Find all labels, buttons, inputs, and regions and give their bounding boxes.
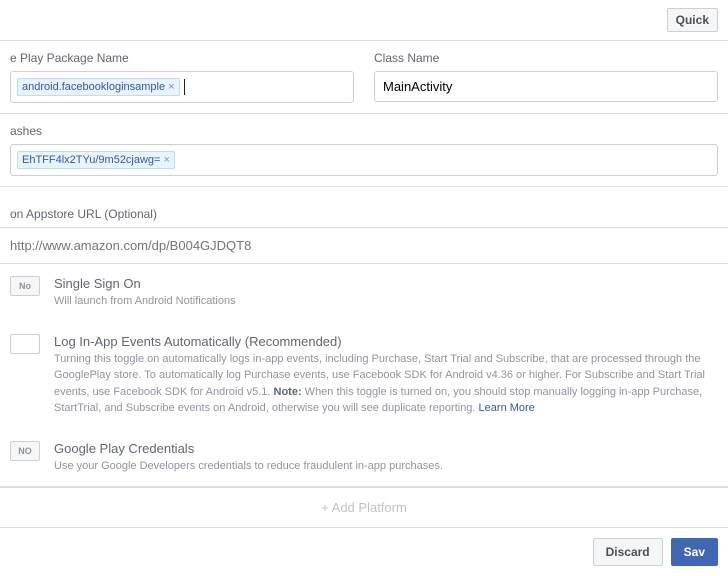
text-cursor: [184, 79, 185, 95]
package-token[interactable]: android.facebookloginsample ×: [17, 78, 180, 96]
sso-row: No Single Sign On Will launch from Andro…: [0, 264, 728, 322]
discard-button[interactable]: Discard: [593, 538, 663, 566]
add-platform-button[interactable]: + Add Platform: [0, 487, 728, 527]
class-name-label: Class Name: [374, 51, 718, 65]
gplay-toggle[interactable]: NO: [10, 441, 40, 461]
learn-more-link[interactable]: Learn More: [479, 402, 535, 414]
quick-button[interactable]: Quick: [667, 8, 718, 32]
log-events-row: Log In-App Events Automatically (Recomme…: [0, 322, 728, 429]
sso-title: Single Sign On: [54, 276, 718, 291]
sso-desc: Will launch from Android Notifications: [54, 293, 718, 310]
appstore-label: on Appstore URL (Optional): [10, 203, 728, 221]
appstore-section: on Appstore URL (Optional): [0, 187, 728, 264]
sso-toggle[interactable]: No: [10, 276, 40, 296]
package-class-section: e Play Package Name android.facebooklogi…: [0, 41, 728, 114]
footer: Discard Sav: [0, 527, 728, 576]
hash-token-text: EhTFF4lx2TYu/9m52cjawg=: [22, 154, 160, 166]
gplay-row: NO Google Play Credentials Use your Goog…: [0, 429, 728, 488]
save-button[interactable]: Sav: [671, 538, 718, 566]
top-bar: Quick: [0, 0, 728, 41]
log-events-title: Log In-App Events Automatically (Recomme…: [54, 334, 718, 349]
package-token-text: android.facebookloginsample: [22, 81, 165, 93]
gplay-desc: Use your Google Developers credentials t…: [54, 458, 718, 475]
package-name-label: e Play Package Name: [10, 51, 354, 65]
hash-token[interactable]: EhTFF4lx2TYu/9m52cjawg= ×: [17, 151, 175, 169]
package-name-input[interactable]: android.facebookloginsample ×: [10, 71, 354, 103]
appstore-url-input[interactable]: [0, 227, 728, 264]
hashes-label: ashes: [10, 124, 718, 138]
log-events-desc: Turning this toggle on automatically log…: [54, 351, 718, 417]
log-events-toggle[interactable]: [10, 334, 40, 354]
class-name-field: Class Name: [374, 51, 718, 103]
hashes-input[interactable]: EhTFF4lx2TYu/9m52cjawg= ×: [10, 144, 718, 176]
close-icon[interactable]: ×: [163, 154, 169, 166]
hashes-section: ashes EhTFF4lx2TYu/9m52cjawg= ×: [0, 114, 728, 187]
gplay-title: Google Play Credentials: [54, 441, 718, 456]
class-name-input[interactable]: [374, 71, 718, 102]
close-icon[interactable]: ×: [168, 81, 174, 93]
package-name-field: e Play Package Name android.facebooklogi…: [10, 51, 354, 103]
